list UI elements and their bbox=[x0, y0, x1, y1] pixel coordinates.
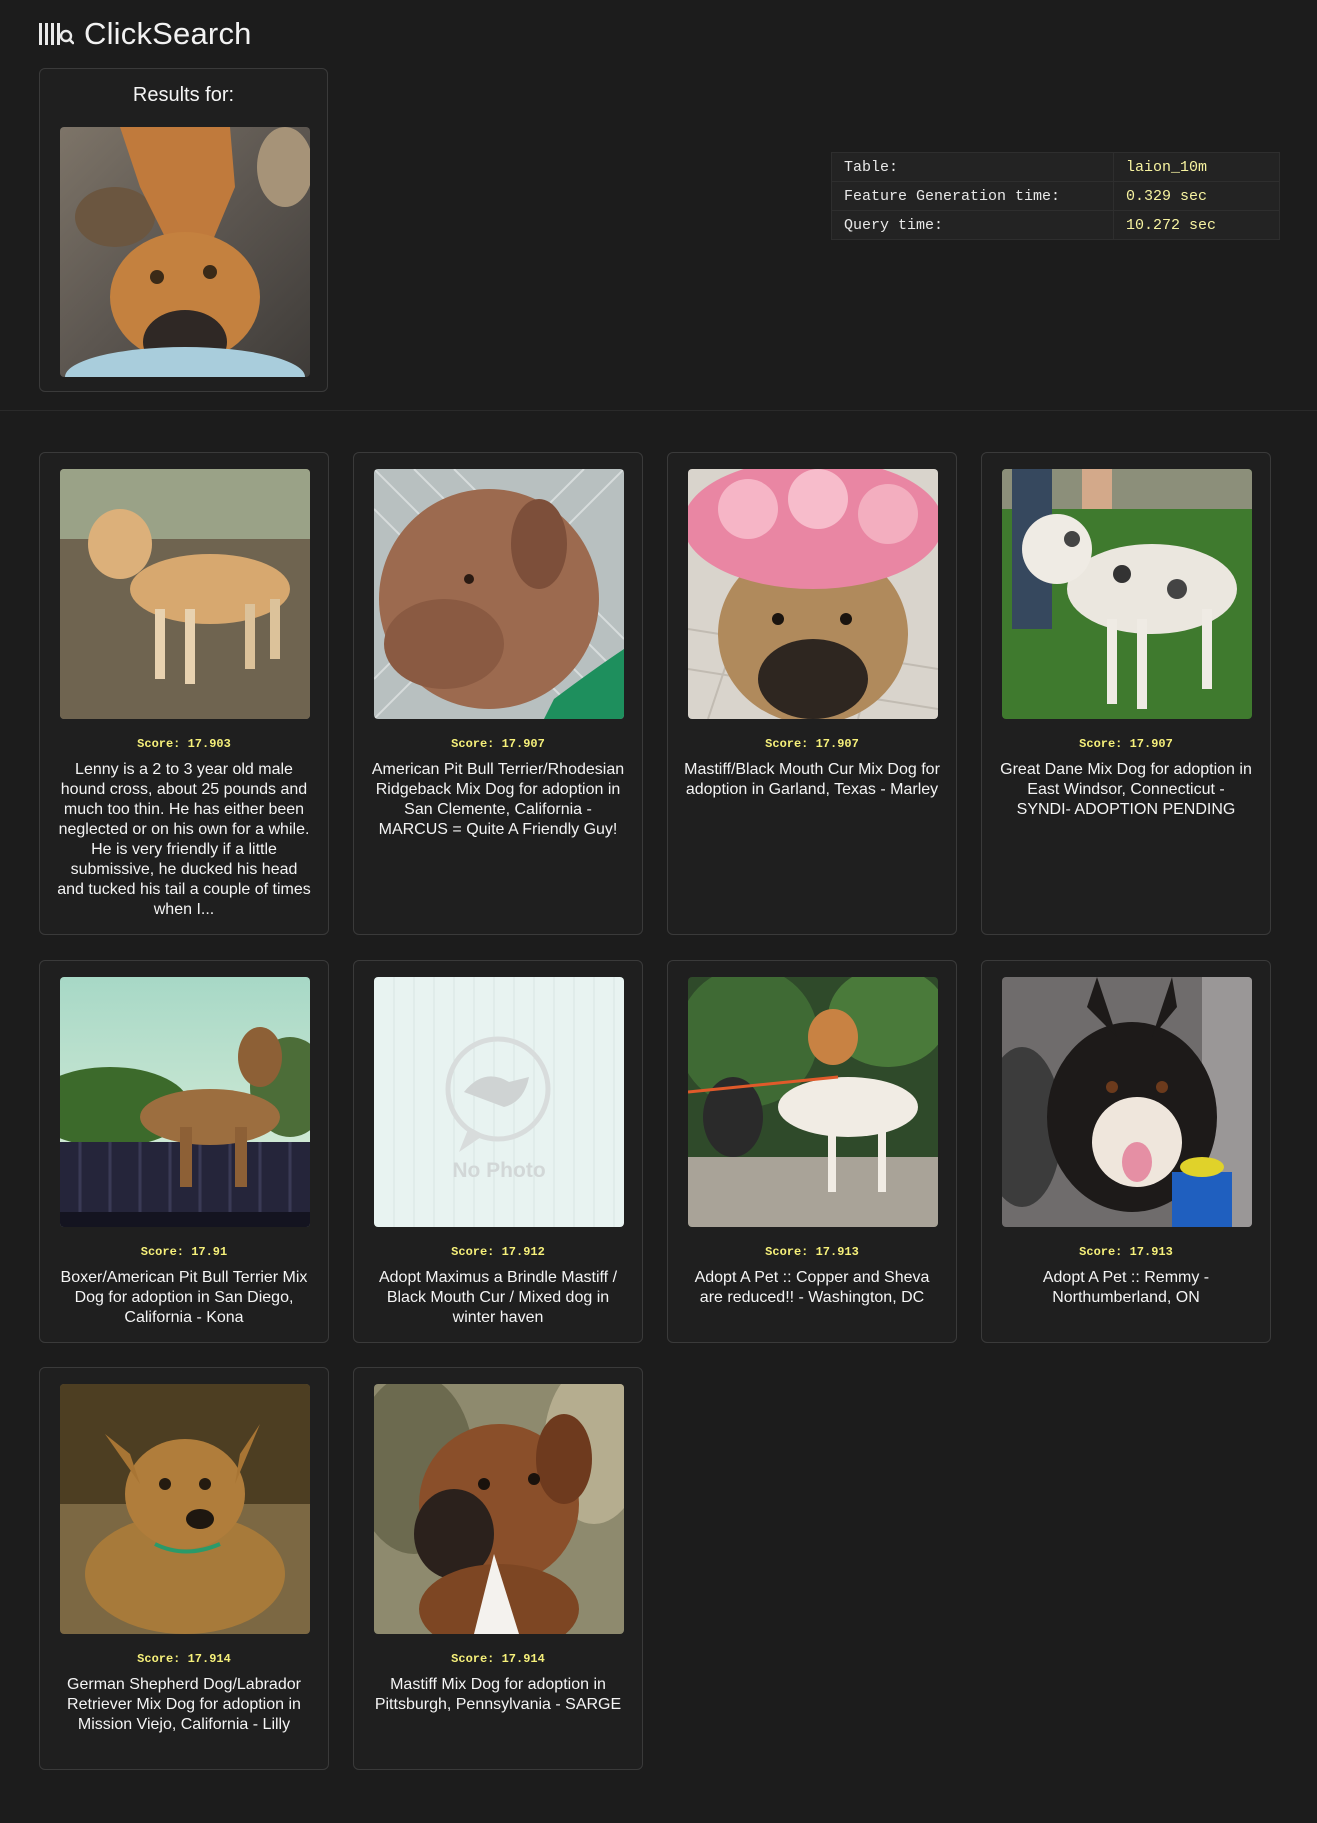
score-value: 17.907 bbox=[1129, 737, 1173, 751]
result-score: Score: 17.914 bbox=[40, 1652, 328, 1666]
score-value: 17.913 bbox=[815, 1245, 859, 1259]
result-image[interactable] bbox=[374, 469, 624, 719]
result-image[interactable] bbox=[374, 1384, 624, 1634]
result-card[interactable]: Score: 17.907 Great Dane Mix Dog for ado… bbox=[981, 452, 1271, 935]
score-value: 17.907 bbox=[501, 737, 545, 751]
result-caption: American Pit Bull Terrier/Rhodesian Ridg… bbox=[371, 761, 625, 838]
stats-key: Query time: bbox=[831, 210, 1114, 240]
stats-value: 10.272 sec bbox=[1113, 210, 1280, 240]
result-score: Score: 17.907 bbox=[354, 737, 642, 751]
result-caption: Adopt A Pet :: Remmy - Northumberland, O… bbox=[1042, 1269, 1210, 1306]
stats-key: Feature Generation time: bbox=[831, 181, 1114, 211]
score-label: Score: bbox=[451, 1245, 502, 1259]
result-caption: Mastiff/Black Mouth Cur Mix Dog for adop… bbox=[684, 761, 940, 798]
result-caption: Adopt A Pet :: Copper and Sheva are redu… bbox=[694, 1269, 930, 1306]
result-score: Score: 17.907 bbox=[982, 737, 1270, 751]
result-image[interactable] bbox=[60, 1384, 310, 1634]
score-label: Score: bbox=[451, 1652, 502, 1666]
score-value: 17.913 bbox=[1129, 1245, 1173, 1259]
score-label: Score: bbox=[140, 1245, 192, 1259]
stats-key: Table: bbox=[831, 152, 1114, 182]
result-score: Score: 17.903 bbox=[40, 737, 328, 751]
stats-row: Table: laion_10m bbox=[831, 152, 1280, 182]
query-card: Results for: bbox=[39, 68, 328, 392]
score-label: Score: bbox=[137, 1652, 188, 1666]
score-value: 17.907 bbox=[815, 737, 859, 751]
result-caption: Boxer/American Pit Bull Terrier Mix Dog … bbox=[60, 1269, 308, 1326]
score-label: Score: bbox=[451, 737, 502, 751]
score-value: 17.914 bbox=[501, 1652, 545, 1666]
score-value: 17.91 bbox=[191, 1245, 228, 1259]
result-card[interactable]: No Photo Score: 17.912 Adopt Maximus a B… bbox=[353, 960, 643, 1343]
logo-icon bbox=[39, 23, 74, 45]
result-caption: German Shepherd Dog/Labrador Retriever M… bbox=[67, 1676, 301, 1733]
result-score: Score: 17.913 bbox=[982, 1245, 1270, 1259]
result-card[interactable]: Score: 17.907 Mastiff/Black Mouth Cur Mi… bbox=[667, 452, 957, 935]
result-card[interactable]: Score: 17.91 Boxer/American Pit Bull Ter… bbox=[39, 960, 329, 1343]
result-image[interactable] bbox=[688, 977, 938, 1227]
result-score: Score: 17.907 bbox=[668, 737, 956, 751]
stats-row: Query time: 10.272 sec bbox=[831, 210, 1280, 240]
result-score: Score: 17.91 bbox=[40, 1245, 328, 1259]
score-label: Score: bbox=[765, 1245, 816, 1259]
result-card[interactable]: Score: 17.907 American Pit Bull Terrier/… bbox=[353, 452, 643, 935]
score-value: 17.912 bbox=[501, 1245, 545, 1259]
result-caption: Adopt Maximus a Brindle Mastiff / Black … bbox=[378, 1269, 618, 1326]
result-image[interactable] bbox=[60, 469, 310, 719]
stats-value: 0.329 sec bbox=[1113, 181, 1280, 211]
result-image[interactable] bbox=[688, 469, 938, 719]
no-photo-label: No Photo bbox=[452, 1159, 546, 1182]
score-value: 17.903 bbox=[187, 737, 231, 751]
result-image[interactable] bbox=[1002, 977, 1252, 1227]
app-header[interactable]: ClickSearch bbox=[38, 14, 252, 54]
stats-value: laion_10m bbox=[1113, 152, 1280, 182]
section-divider bbox=[0, 410, 1317, 411]
result-image[interactable]: No Photo bbox=[374, 977, 624, 1227]
score-label: Score: bbox=[765, 737, 816, 751]
result-card[interactable]: Score: 17.914 Mastiff Mix Dog for adopti… bbox=[353, 1367, 643, 1770]
result-card[interactable]: Score: 17.903 Lenny is a 2 to 3 year old… bbox=[39, 452, 329, 935]
app-title: ClickSearch bbox=[84, 16, 252, 51]
results-for-heading: Results for: bbox=[132, 84, 235, 106]
result-score: Score: 17.912 bbox=[354, 1245, 642, 1259]
result-card[interactable]: Score: 17.914 German Shepherd Dog/Labrad… bbox=[39, 1367, 329, 1770]
result-image[interactable] bbox=[60, 977, 310, 1227]
score-label: Score: bbox=[1079, 737, 1130, 751]
result-card[interactable]: Score: 17.913 Adopt A Pet :: Copper and … bbox=[667, 960, 957, 1343]
result-image[interactable] bbox=[1002, 469, 1252, 719]
result-caption: Lenny is a 2 to 3 year old male hound cr… bbox=[57, 761, 311, 918]
score-value: 17.914 bbox=[187, 1652, 231, 1666]
score-label: Score: bbox=[137, 737, 188, 751]
query-image bbox=[60, 127, 310, 377]
result-score: Score: 17.914 bbox=[354, 1652, 642, 1666]
result-score: Score: 17.913 bbox=[668, 1245, 956, 1259]
result-caption: Mastiff Mix Dog for adoption in Pittsbur… bbox=[374, 1676, 622, 1713]
result-card[interactable]: Score: 17.913 Adopt A Pet :: Remmy - Nor… bbox=[981, 960, 1271, 1343]
result-caption: Great Dane Mix Dog for adoption in East … bbox=[1000, 761, 1252, 818]
score-label: Score: bbox=[1079, 1245, 1130, 1259]
stats-table: Table: laion_10m Feature Generation time… bbox=[831, 152, 1280, 240]
stats-row: Feature Generation time: 0.329 sec bbox=[831, 181, 1280, 211]
